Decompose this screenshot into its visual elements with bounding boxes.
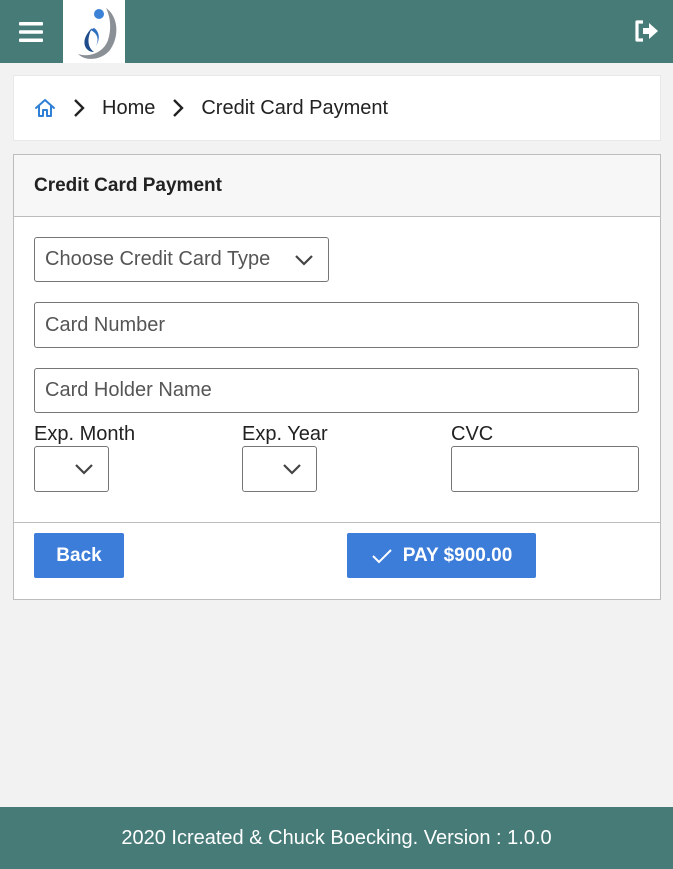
- top-bar: [0, 0, 673, 63]
- exp-year-label: Exp. Year: [242, 423, 328, 445]
- breadcrumb-current: Credit Card Payment: [201, 96, 389, 119]
- pay-button-label: PAY $900.00: [402, 544, 513, 566]
- breadcrumb-home[interactable]: Home: [102, 97, 155, 120]
- card-type-select[interactable]: Choose Credit Card Type: [34, 237, 329, 282]
- back-button-label: Back: [56, 544, 102, 566]
- cvc-label: CVC: [451, 423, 494, 445]
- card-number-field[interactable]: Card Number: [34, 302, 639, 348]
- card-footer: Back PAY $900.00: [14, 522, 660, 599]
- hamburger-menu-icon: [19, 21, 43, 42]
- breadcrumb: Home Credit Card Payment: [13, 75, 661, 141]
- exp-month-select[interactable]: [34, 446, 109, 492]
- checkmark-icon: [372, 548, 392, 563]
- payment-card: Credit Card Payment Choose Credit Card T…: [13, 154, 661, 600]
- card-holder-name-field[interactable]: Card Holder Name: [34, 368, 639, 413]
- company-logo: [63, 0, 125, 63]
- chevron-down-icon: [283, 464, 301, 475]
- exp-month-label: Exp. Month: [34, 423, 136, 445]
- pay-button[interactable]: PAY $900.00: [347, 533, 536, 578]
- back-button[interactable]: Back: [34, 533, 124, 578]
- cvc-field[interactable]: [451, 446, 639, 492]
- card-type-placeholder: Choose Credit Card Type: [45, 248, 271, 270]
- chevron-right-icon: [173, 99, 185, 117]
- logout-button[interactable]: [633, 16, 661, 46]
- chevron-right-icon: [74, 99, 85, 117]
- card-header: Credit Card Payment: [14, 155, 660, 217]
- card-title: Credit Card Payment: [34, 174, 222, 196]
- exp-year-select[interactable]: [242, 446, 317, 492]
- footer-text: 2020 Icreated & Chuck Boecking. Version …: [121, 826, 552, 849]
- chevron-down-icon: [295, 254, 313, 266]
- menu-button[interactable]: [0, 0, 62, 63]
- sign-out-icon: [635, 20, 658, 42]
- company-logo-icon: [78, 7, 117, 59]
- home-icon[interactable]: [34, 97, 56, 119]
- page-footer: 2020 Icreated & Chuck Boecking. Version …: [0, 807, 673, 869]
- card-holder-placeholder: Card Holder Name: [45, 379, 212, 401]
- chevron-down-icon: [75, 464, 93, 475]
- card-number-placeholder: Card Number: [45, 313, 166, 336]
